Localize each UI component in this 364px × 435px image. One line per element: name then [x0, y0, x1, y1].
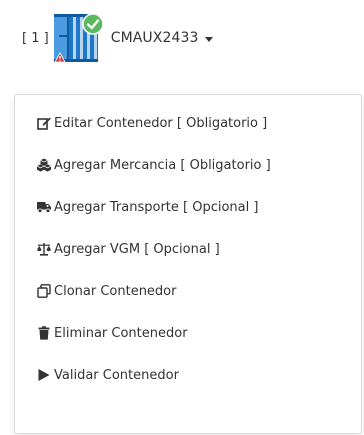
trash-icon	[37, 326, 51, 340]
menu-item-label: Agregar Mercancia [ Obligatorio ]	[54, 157, 271, 173]
cubes-icon	[37, 158, 51, 172]
menu-item-label: Clonar Contenedor	[54, 283, 177, 299]
menu-item-label: Editar Contenedor [ Obligatorio ]	[54, 115, 268, 131]
caret-down-icon	[204, 36, 213, 42]
menu-item-edit-container[interactable]: Editar Contenedor [ Obligatorio ]	[37, 111, 267, 135]
container-actions-widget: [ 1 ] CMAUX2433 Editar Contenedor [Obli…	[0, 0, 364, 435]
clone-icon	[37, 284, 51, 298]
menu-item-clone-container[interactable]: Clonar Contenedor	[37, 279, 176, 303]
balance-scale-icon	[37, 242, 51, 256]
menu-item-label: Validar Contenedor	[54, 367, 179, 383]
check-badge-icon	[82, 13, 104, 35]
menu-item-label: Agregar Transporte [ Opcional ]	[54, 199, 259, 215]
menu-item-add-vgm[interactable]: Agregar VGM [ Opcional ]	[37, 237, 220, 261]
container-actions-menu: Editar Contenedor [ Obligatorio ] Agrega…	[14, 94, 362, 434]
truck-icon	[37, 200, 51, 214]
menu-item-add-merchandise[interactable]: Agregar Mercancia [ Obligatorio ]	[37, 153, 271, 177]
menu-item-delete-container[interactable]: Eliminar Contenedor	[37, 321, 188, 345]
play-icon	[37, 368, 51, 382]
menu-item-label: Agregar VGM [ Opcional ]	[54, 241, 220, 257]
edit-icon	[37, 116, 51, 130]
menu-item-validate-container[interactable]: Validar Contenedor	[37, 363, 179, 387]
menu-item-label: Eliminar Contenedor	[54, 325, 188, 341]
container-dropdown-toggle[interactable]: [ 1 ] CMAUX2433	[22, 7, 213, 69]
container-index: [ 1 ]	[22, 30, 49, 46]
menu-item-add-transport[interactable]: Agregar Transporte [ Opcional ]	[37, 195, 258, 219]
container-code: CMAUX2433	[110, 30, 199, 46]
